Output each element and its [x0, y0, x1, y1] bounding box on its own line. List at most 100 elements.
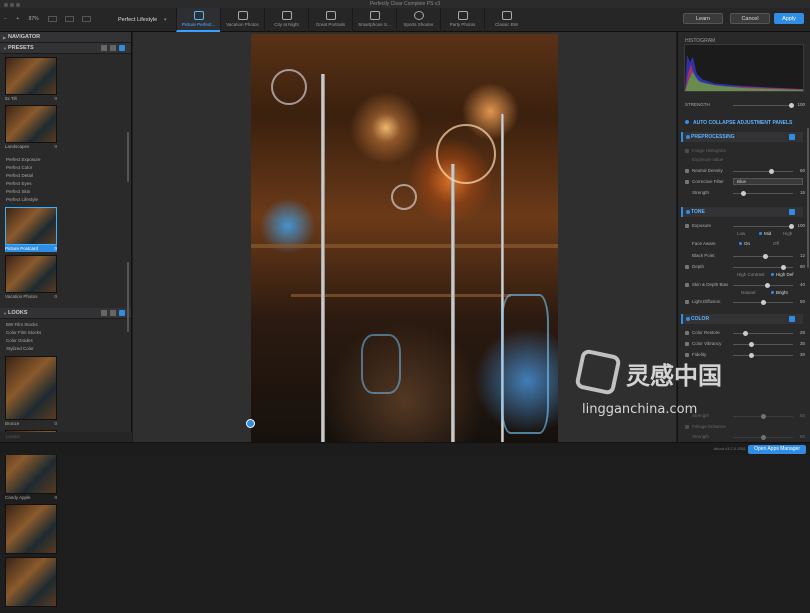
list-item[interactable]: Stylized Color	[6, 345, 131, 353]
list-item[interactable]: Color Grades	[6, 337, 131, 345]
help-icon[interactable]	[119, 310, 125, 316]
tab-category[interactable]: Picture Perfect...	[176, 8, 220, 32]
look-thumb[interactable]	[5, 557, 57, 607]
grid-view-icon[interactable]	[101, 45, 107, 51]
radio-high-contrast[interactable]: High Contrast	[737, 271, 765, 279]
checkbox[interactable]	[685, 283, 689, 287]
scrollbar[interactable]	[807, 128, 809, 268]
corrective-filter-row[interactable]: Corrective Filter Blue	[685, 178, 805, 186]
scrollbar[interactable]	[127, 262, 129, 332]
preview-image[interactable]	[251, 34, 558, 442]
preprocessing-header[interactable]: PREPROCESSING	[681, 132, 803, 142]
slider-knob[interactable]	[749, 341, 754, 347]
list-item[interactable]: Perfect Color	[6, 164, 131, 172]
radio-on[interactable]: On	[739, 240, 750, 248]
list-item[interactable]: Perfect Eyes	[6, 180, 131, 188]
skin-depth-slider[interactable]: Skin & Depth Bias 40	[685, 281, 805, 289]
list-item[interactable]: Perfect Lifestyle	[6, 196, 131, 204]
slider-track[interactable]	[733, 343, 793, 345]
learn-button[interactable]: Learn	[683, 13, 723, 24]
compare-pin-icon[interactable]	[246, 419, 255, 428]
grid-view-icon[interactable]	[101, 310, 107, 316]
help-icon[interactable]	[789, 209, 795, 215]
filter-strength-slider[interactable]: Strength 15	[685, 189, 805, 197]
radio-bright[interactable]: Bright	[771, 289, 788, 297]
tab-category[interactable]: Smartphone S...	[352, 8, 396, 32]
look-thumb[interactable]	[5, 504, 57, 554]
chevron-down-icon[interactable]: ▾	[164, 17, 167, 23]
single-view-icon[interactable]	[48, 16, 58, 22]
scrollbar[interactable]	[127, 132, 129, 182]
depth-slider[interactable]: Depth 80	[685, 263, 805, 271]
neutral-density-slider[interactable]: Neutral Density 60	[685, 167, 805, 175]
checkbox[interactable]	[685, 300, 689, 304]
slider-knob[interactable]	[741, 190, 746, 196]
list-item[interactable]: Color Film Stocks	[6, 329, 131, 337]
apply-button[interactable]: Apply	[774, 13, 804, 24]
slider-track[interactable]	[733, 104, 793, 106]
depth-mode[interactable]: High Contrast High Def	[685, 271, 805, 279]
list-item[interactable]: Perfect Skin	[6, 188, 131, 196]
slider-knob[interactable]	[781, 264, 786, 270]
checkbox[interactable]	[685, 265, 689, 269]
radio-mid[interactable]: Mid	[759, 230, 771, 238]
radio-off[interactable]: Off	[773, 240, 779, 248]
checkbox[interactable]	[685, 224, 689, 228]
side-view-icon[interactable]	[82, 16, 92, 22]
split-view-icon[interactable]	[65, 16, 75, 22]
filter-dropdown[interactable]: Blue	[733, 178, 803, 185]
checkbox[interactable]	[685, 149, 689, 153]
face-aware-row[interactable]: Face Aware On Off	[685, 240, 805, 248]
zoom-in-icon[interactable]: +	[16, 16, 19, 22]
tone-header[interactable]: TONE	[681, 207, 803, 217]
radio-high[interactable]: High	[783, 230, 792, 238]
navigator-header[interactable]: ▶ NAVIGATOR	[0, 32, 131, 43]
exposure-slider[interactable]: Exposure 100	[685, 222, 805, 230]
slider-track[interactable]	[733, 332, 793, 334]
auto-collapse-toggle[interactable]: AUTO COLLAPSE ADJUSTMENT PANELS	[685, 120, 805, 126]
slider-knob[interactable]	[763, 253, 768, 259]
radio-natural[interactable]: Natural	[741, 289, 756, 297]
tab-category[interactable]: Vacation Photos	[220, 8, 264, 32]
slider-knob[interactable]	[789, 223, 794, 229]
radio-low[interactable]: Low	[737, 230, 745, 238]
slider-track[interactable]	[733, 284, 793, 286]
color-restore-slider[interactable]: Color Restore 25	[685, 329, 805, 337]
tab-category[interactable]: Great Portraits	[308, 8, 352, 32]
slider-knob[interactable]	[765, 282, 770, 288]
checkbox[interactable]	[685, 342, 689, 346]
preset-thumb[interactable]: Picture Postcard 0	[5, 207, 57, 252]
zoom-controls[interactable]: − + 87%	[4, 16, 99, 22]
help-icon[interactable]	[119, 45, 125, 51]
slider-track[interactable]	[733, 170, 793, 172]
tab-category[interactable]: Party Photos	[440, 8, 484, 32]
tab-category[interactable]: Sports Shooter	[396, 8, 440, 32]
color-header[interactable]: COLOR	[681, 314, 803, 324]
preset-thumb[interactable]: Landscapes 0	[5, 105, 57, 150]
list-view-icon[interactable]	[110, 45, 116, 51]
color-vibrancy-slider[interactable]: Color Vibrancy 30	[685, 340, 805, 348]
image-histogram-row[interactable]: Image Histogram	[685, 147, 805, 155]
slider-knob[interactable]	[761, 299, 766, 305]
help-icon[interactable]	[789, 134, 795, 140]
list-item[interactable]: Perfect Exposure	[6, 156, 131, 164]
presets-header[interactable]: ▼ PRESETS	[0, 43, 131, 54]
black-point-slider[interactable]: Black Point 12	[685, 252, 805, 260]
current-preset[interactable]: Perfect Lifestyle	[118, 17, 157, 23]
radio-high-def[interactable]: High Def	[771, 271, 794, 279]
zoom-out-icon[interactable]: −	[4, 16, 7, 22]
strength-slider[interactable]: STRENGTH 100	[685, 101, 805, 109]
cancel-button[interactable]: Cancel	[730, 13, 770, 24]
help-icon[interactable]	[789, 316, 795, 322]
open-apps-manager-button[interactable]: Open Apps Manager	[748, 445, 806, 454]
list-item[interactable]: BW Film Stocks	[6, 321, 131, 329]
tab-category[interactable]: Classic BW	[484, 8, 528, 32]
exposure-value-row[interactable]: Exposure Value	[685, 156, 805, 164]
tab-category[interactable]: City at Night	[264, 8, 308, 32]
light-diffusion-slider[interactable]: Light Diffusion 50	[685, 298, 805, 306]
exposure-mode[interactable]: Low Mid High	[685, 230, 805, 238]
checkbox[interactable]	[685, 180, 689, 184]
skin-mode[interactable]: Natural Bright	[685, 289, 805, 297]
look-thumb[interactable]: Bronze 0	[5, 356, 57, 427]
slider-knob[interactable]	[743, 330, 748, 336]
